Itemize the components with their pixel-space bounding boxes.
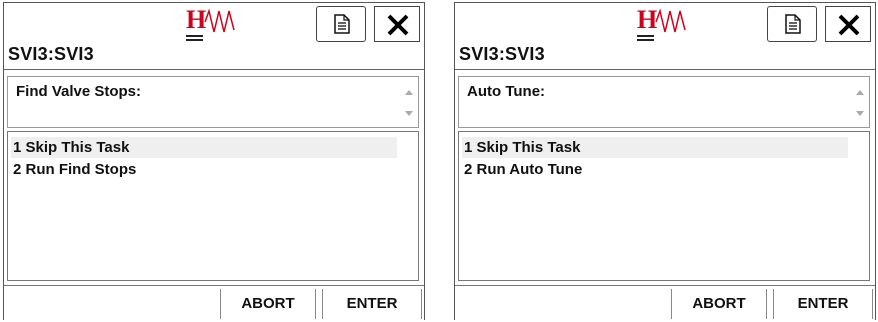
hart-wave-icon (204, 8, 235, 33)
scroll-down-arrow-icon[interactable] (856, 111, 864, 116)
title-divider (455, 69, 875, 70)
enter-button[interactable]: ENTER (773, 289, 873, 319)
prompt-box: Find Valve Stops: (7, 76, 419, 128)
hart-logo: H (186, 6, 246, 42)
close-icon (387, 14, 409, 36)
scroll-up-arrow-icon[interactable] (856, 90, 864, 95)
scroll-up-arrow-icon[interactable] (405, 90, 413, 95)
prompt-box: Auto Tune: (458, 76, 870, 128)
communicator-screen-right: H SVI3:SVI3 Auto Tune: 1 Skip This Task … (454, 2, 876, 322)
device-title: SVI3:SVI3 (8, 44, 94, 64)
title-divider (4, 69, 424, 70)
close-icon (838, 14, 860, 36)
communicator-screen-left: H SVI3:SVI3 Find Valve Stops: 1 Skip Thi… (3, 2, 425, 322)
enter-button[interactable]: ENTER (322, 289, 422, 319)
hart-wave-icon (655, 8, 686, 33)
bottom-button-bar: ABORT ENTER (455, 285, 875, 322)
close-button[interactable] (825, 6, 871, 42)
options-list: 1 Skip This Task 2 Run Auto Tune (458, 131, 870, 281)
device-title: SVI3:SVI3 (459, 44, 545, 64)
document-button[interactable] (316, 6, 366, 42)
abort-button[interactable]: ABORT (671, 289, 767, 319)
option-run-find-stops[interactable]: 2 Run Find Stops (11, 159, 397, 180)
bottom-button-bar: ABORT ENTER (4, 285, 424, 322)
close-button[interactable] (374, 6, 420, 42)
options-list: 1 Skip This Task 2 Run Find Stops (7, 131, 419, 281)
option-skip-task[interactable]: 1 Skip This Task (11, 137, 397, 158)
abort-button[interactable]: ABORT (220, 289, 316, 319)
prompt-text: Find Valve Stops: (16, 83, 142, 100)
scroll-down-arrow-icon[interactable] (405, 111, 413, 116)
document-icon (785, 14, 801, 34)
option-run-auto-tune[interactable]: 2 Run Auto Tune (462, 159, 848, 180)
document-button[interactable] (767, 6, 817, 42)
prompt-text: Auto Tune: (467, 83, 546, 100)
hart-logo: H (637, 6, 697, 42)
option-skip-task[interactable]: 1 Skip This Task (462, 137, 848, 158)
document-icon (334, 14, 350, 34)
